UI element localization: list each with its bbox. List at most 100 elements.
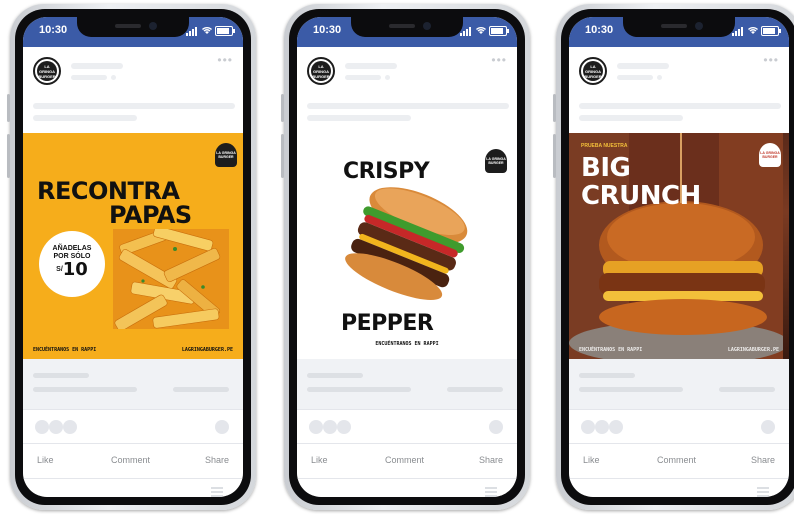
link-preview[interactable] bbox=[23, 359, 243, 409]
promo-line-1: AÑADELAS bbox=[52, 245, 92, 252]
cta-placeholder bbox=[447, 387, 503, 392]
page-name-placeholder bbox=[617, 63, 669, 69]
share-button[interactable]: Share bbox=[205, 455, 229, 465]
signal-icon bbox=[460, 27, 473, 36]
like-button[interactable]: Like bbox=[311, 455, 328, 465]
reaction-summary bbox=[23, 409, 243, 442]
caption-placeholder-2 bbox=[307, 115, 411, 121]
ad-footer-left: ENCUÉNTRANOS EN RAPPI bbox=[33, 347, 97, 353]
page-name-placeholder bbox=[71, 63, 123, 69]
link-desc-placeholder bbox=[579, 387, 683, 392]
post-time-placeholder bbox=[345, 75, 381, 80]
status-bar: 10:30 bbox=[297, 17, 517, 47]
phone-mockup-2: 10:30 LA GRINGA BURGER ••• LA GRINGA BUR… bbox=[281, 4, 530, 510]
more-options-icon[interactable]: ••• bbox=[217, 53, 233, 67]
link-desc-placeholder bbox=[33, 387, 137, 392]
ad-image[interactable]: LA GRINGA BURGER PRUEBA NUESTRA BIG CRUN… bbox=[569, 133, 789, 359]
link-title-placeholder bbox=[33, 373, 89, 378]
ad-footer-left: ENCUÉNTRANOS EN RAPPI bbox=[579, 347, 643, 353]
reaction-icon bbox=[63, 420, 77, 434]
ad-headline-2: PAPAS bbox=[109, 201, 192, 229]
reaction-icon bbox=[323, 420, 337, 434]
globe-placeholder bbox=[657, 75, 662, 80]
link-title-placeholder bbox=[307, 373, 363, 378]
status-icons bbox=[173, 25, 235, 37]
phone-mockup-3: 10:30 LA GRINGA BURGER ••• LA GRINGA BUR… bbox=[553, 4, 794, 510]
page-name-placeholder bbox=[345, 63, 397, 69]
hamburger-menu-icon[interactable] bbox=[757, 487, 769, 497]
wifi-icon bbox=[748, 27, 758, 34]
reaction-summary bbox=[297, 409, 517, 442]
ad-headline-1: CRISPY bbox=[343, 159, 430, 184]
phone-bezel: 10:30 LA GRINGA BURGER ••• LA GRINGA BUR… bbox=[15, 9, 251, 505]
brand-logo: LA GRINGA BURGER bbox=[759, 143, 781, 167]
phone-bezel: 10:30 LA GRINGA BURGER ••• LA GRINGA BUR… bbox=[289, 9, 525, 505]
brand-logo: LA GRINGA BURGER bbox=[311, 61, 331, 81]
signal-icon bbox=[732, 27, 745, 36]
page-avatar[interactable]: LA GRINGA BURGER bbox=[307, 57, 335, 85]
comment-button[interactable]: Comment bbox=[657, 455, 696, 465]
phone-screen: 10:30 LA GRINGA BURGER ••• LA GRINGA BUR… bbox=[23, 17, 243, 497]
brand-logo: LA GRINGA BURGER bbox=[37, 61, 57, 81]
more-options-icon[interactable]: ••• bbox=[763, 53, 779, 67]
battery-icon bbox=[489, 26, 509, 36]
reaction-icon bbox=[609, 420, 623, 434]
like-button[interactable]: Like bbox=[583, 455, 600, 465]
comment-count-icon bbox=[761, 420, 775, 434]
globe-placeholder bbox=[385, 75, 390, 80]
hamburger-menu-icon[interactable] bbox=[211, 487, 223, 497]
caption-placeholder-2 bbox=[33, 115, 137, 121]
battery-icon bbox=[761, 26, 781, 36]
comment-count-icon bbox=[489, 420, 503, 434]
ad-footer: ENCUÉNTRANOS EN RAPPI bbox=[375, 341, 439, 347]
ad-headline-2: PEPPER bbox=[341, 311, 434, 336]
hamburger-menu-icon[interactable] bbox=[485, 487, 497, 497]
signal-icon bbox=[186, 27, 199, 36]
reaction-icon bbox=[337, 420, 351, 434]
comment-button[interactable]: Comment bbox=[385, 455, 424, 465]
action-bar: Like Comment Share bbox=[297, 443, 517, 479]
ad-footer-right: LAGRINGABURGER.PE bbox=[727, 347, 779, 353]
wifi-icon bbox=[202, 27, 212, 34]
ad-headline-1: RECONTRA bbox=[37, 177, 180, 205]
caption-placeholder-1 bbox=[579, 103, 781, 109]
link-preview[interactable] bbox=[297, 359, 517, 409]
action-bar: Like Comment Share bbox=[569, 443, 789, 479]
page-avatar[interactable]: LA GRINGA BURGER bbox=[33, 57, 61, 85]
status-icons bbox=[719, 25, 781, 37]
ad-headline-1: BIG bbox=[581, 153, 631, 183]
status-time: 10:30 bbox=[39, 24, 68, 36]
like-button[interactable]: Like bbox=[37, 455, 54, 465]
ad-image[interactable]: LA GRINGA BURGER CRISPY PEPPER ENCUÉNTRA… bbox=[297, 133, 517, 359]
link-title-placeholder bbox=[579, 373, 635, 378]
share-button[interactable]: Share bbox=[479, 455, 503, 465]
cta-placeholder bbox=[173, 387, 229, 392]
status-time: 10:30 bbox=[585, 24, 614, 36]
caption-placeholder-1 bbox=[307, 103, 509, 109]
reaction-icon bbox=[309, 420, 323, 434]
phone-screen: 10:30 LA GRINGA BURGER ••• LA GRINGA BUR… bbox=[569, 17, 789, 497]
price-circle: AÑADELAS POR SÓLO S/10 bbox=[39, 231, 105, 297]
battery-icon bbox=[215, 26, 235, 36]
wifi-icon bbox=[476, 27, 486, 34]
more-options-icon[interactable]: ••• bbox=[491, 53, 507, 67]
link-desc-placeholder bbox=[307, 387, 411, 392]
ad-image[interactable]: LA GRINGA BURGER RECONTRA PAPAS AÑADELAS… bbox=[23, 133, 243, 359]
status-bar: 10:30 bbox=[23, 17, 243, 47]
share-button[interactable]: Share bbox=[751, 455, 775, 465]
phone-mockup-1: 10:30 LA GRINGA BURGER ••• LA GRINGA BUR… bbox=[7, 4, 256, 510]
page-avatar[interactable]: LA GRINGA BURGER bbox=[579, 57, 607, 85]
post-time-placeholder bbox=[617, 75, 653, 80]
fries-image bbox=[113, 229, 229, 329]
link-preview[interactable] bbox=[569, 359, 789, 409]
price-value: 10 bbox=[62, 259, 88, 280]
status-icons bbox=[447, 25, 509, 37]
reaction-icon bbox=[595, 420, 609, 434]
status-time: 10:30 bbox=[313, 24, 342, 36]
ad-eyebrow: PRUEBA NUESTRA bbox=[581, 143, 628, 149]
post-time-placeholder bbox=[71, 75, 107, 80]
comment-button[interactable]: Comment bbox=[111, 455, 150, 465]
brand-logo: LA GRINGA BURGER bbox=[485, 149, 507, 173]
globe-placeholder bbox=[111, 75, 116, 80]
ad-footer-right: LAGRINGABURGER.PE bbox=[181, 347, 233, 353]
